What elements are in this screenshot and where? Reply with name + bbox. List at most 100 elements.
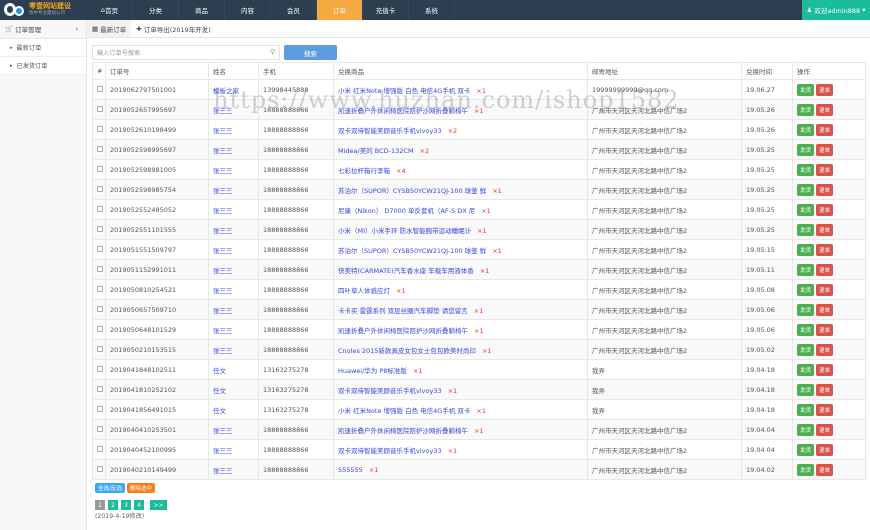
row-checkbox[interactable]: [97, 305, 103, 312]
product-link[interactable]: Huawei/华为 P8标准版: [338, 367, 407, 375]
product-link[interactable]: 双卡双待智能美颜音乐手机vivoy33: [338, 387, 442, 395]
page-4[interactable]: 4: [134, 500, 144, 510]
refund-button[interactable]: 退单: [816, 103, 834, 116]
customer-name-link[interactable]: 张三三: [213, 207, 233, 215]
page-2[interactable]: 2: [108, 500, 118, 510]
refund-button[interactable]: 退单: [816, 443, 834, 456]
customer-name-link[interactable]: 张三三: [213, 247, 233, 255]
ship-button[interactable]: 发货: [797, 143, 815, 156]
row-checkbox[interactable]: [97, 225, 103, 232]
ship-button[interactable]: 发货: [797, 463, 815, 476]
ship-button[interactable]: 发货: [797, 323, 815, 336]
product-link[interactable]: 卡卡买 雷霆系列 双层丝圈汽车脚垫 请您留言: [338, 307, 468, 315]
row-checkbox[interactable]: [97, 125, 103, 132]
row-checkbox[interactable]: [97, 325, 103, 332]
row-checkbox[interactable]: [97, 105, 103, 112]
order-search-input[interactable]: 输入订单号搜索 ⚲: [92, 45, 280, 60]
ship-button[interactable]: 发货: [797, 223, 815, 236]
customer-name-link[interactable]: 张三三: [213, 347, 233, 355]
refund-button[interactable]: 退单: [816, 263, 834, 276]
nav-item-0[interactable]: ⌂ 首页: [87, 0, 133, 20]
ship-button[interactable]: 发货: [797, 203, 815, 216]
customer-name-link[interactable]: 任文: [213, 367, 226, 375]
product-link[interactable]: 555555: [338, 466, 363, 474]
product-link[interactable]: 四叶草人体感应灯: [338, 287, 390, 295]
customer-name-link[interactable]: 张三三: [213, 127, 233, 135]
customer-name-link[interactable]: 张三三: [213, 167, 233, 175]
refund-button[interactable]: 退单: [816, 143, 834, 156]
customer-name-link[interactable]: 张三三: [213, 107, 233, 115]
nav-item-3[interactable]: 内容: [225, 0, 271, 20]
customer-name-link[interactable]: 张三三: [213, 267, 233, 275]
ship-button[interactable]: 发货: [797, 103, 815, 116]
row-checkbox[interactable]: [97, 165, 103, 172]
customer-name-link[interactable]: 张三三: [213, 447, 233, 455]
row-checkbox[interactable]: [97, 405, 103, 412]
refund-button[interactable]: 退单: [816, 403, 834, 416]
ship-button[interactable]: 发货: [797, 343, 815, 356]
row-checkbox[interactable]: [97, 265, 103, 272]
customer-name-link[interactable]: 张三三: [213, 427, 233, 435]
sidebar-header-orders[interactable]: 🛒 订单管理 ›: [0, 20, 86, 39]
ship-button[interactable]: 发货: [797, 303, 815, 316]
ship-button[interactable]: 发货: [797, 363, 815, 376]
tab-latest-orders[interactable]: ▦ 最新订单: [87, 20, 132, 37]
row-checkbox[interactable]: [97, 245, 103, 252]
ship-button[interactable]: 发货: [797, 83, 815, 96]
customer-name-link[interactable]: 任文: [213, 407, 226, 415]
product-link[interactable]: 小米 红米Note 增强版 白色 电信4G手机 双卡: [338, 407, 470, 415]
ship-button[interactable]: 发货: [797, 383, 815, 396]
product-link[interactable]: 凯速折叠户外休闲椅医院陪护沙网折叠躺椅午: [338, 327, 468, 335]
ship-button[interactable]: 发货: [797, 243, 815, 256]
refund-button[interactable]: 退单: [816, 183, 834, 196]
ship-button[interactable]: 发货: [797, 263, 815, 276]
search-button[interactable]: 搜索: [284, 45, 337, 60]
product-link[interactable]: Cnoles 2015新款真皮女包女士包包欧美时尚印: [338, 347, 476, 355]
product-link[interactable]: 双卡双待智能美颜音乐手机vivoy33: [338, 127, 442, 135]
product-link[interactable]: Midea/美的 BCD-132CM: [338, 147, 414, 155]
row-checkbox[interactable]: [97, 85, 103, 92]
refund-button[interactable]: 退单: [816, 123, 834, 136]
refund-button[interactable]: 退单: [816, 363, 834, 376]
product-link[interactable]: 小米 红米Note 增强版 白色 电信4G手机 双卡: [338, 87, 470, 95]
refund-button[interactable]: 退单: [816, 223, 834, 236]
logo[interactable]: 零壹网站建设 扬中专业建站公司: [0, 0, 87, 20]
row-checkbox[interactable]: [97, 345, 103, 352]
refund-button[interactable]: 退单: [816, 283, 834, 296]
customer-name-link[interactable]: 张三三: [213, 287, 233, 295]
ship-button[interactable]: 发货: [797, 423, 815, 436]
nav-item-5[interactable]: 订单: [317, 0, 363, 20]
product-link[interactable]: 苏泊尔（SUPOR）CYSB50YCW21QJ-100 球釜 鲜: [338, 247, 486, 255]
refund-button[interactable]: 退单: [816, 303, 834, 316]
refund-button[interactable]: 退单: [816, 423, 834, 436]
nav-item-2[interactable]: 商品: [179, 0, 225, 20]
ship-button[interactable]: 发货: [797, 403, 815, 416]
row-checkbox[interactable]: [97, 205, 103, 212]
product-link[interactable]: 苏泊尔（SUPOR）CYSB50YCW21QJ-100 球釜 鲜: [338, 187, 486, 195]
row-checkbox[interactable]: [97, 145, 103, 152]
customer-name-link[interactable]: 模板之家: [213, 87, 239, 95]
refund-button[interactable]: 退单: [816, 343, 834, 356]
refund-button[interactable]: 退单: [816, 163, 834, 176]
sidebar-item-latest-orders[interactable]: ▸ 最新订单: [0, 39, 86, 57]
select-all-button[interactable]: 全选/反选: [95, 483, 125, 493]
product-link[interactable]: 凯速折叠户外休闲椅医院陪护沙网折叠躺椅午: [338, 107, 468, 115]
customer-name-link[interactable]: 张三三: [213, 307, 233, 315]
ship-button[interactable]: 发货: [797, 283, 815, 296]
refund-button[interactable]: 退单: [816, 383, 834, 396]
nav-item-7[interactable]: 系统: [409, 0, 455, 20]
product-link[interactable]: 七彩拉杆箱行李箱: [338, 167, 390, 175]
row-checkbox[interactable]: [97, 385, 103, 392]
product-link[interactable]: 小米（MI）小米手环 防水智能腕带运动睡眠计: [338, 227, 471, 235]
ship-button[interactable]: 发货: [797, 123, 815, 136]
tab-order-export[interactable]: ✚ 订单导出(2019年开发): [131, 20, 216, 37]
customer-name-link[interactable]: 任文: [213, 387, 226, 395]
nav-item-6[interactable]: 充值卡: [363, 0, 409, 20]
row-checkbox[interactable]: [97, 465, 103, 472]
product-link[interactable]: 双卡双待智能美颜音乐手机vivoy33: [338, 447, 442, 455]
customer-name-link[interactable]: 张三三: [213, 227, 233, 235]
refund-button[interactable]: 退单: [816, 83, 834, 96]
ship-button[interactable]: 发货: [797, 163, 815, 176]
row-checkbox[interactable]: [97, 285, 103, 292]
customer-name-link[interactable]: 张三三: [213, 467, 233, 475]
